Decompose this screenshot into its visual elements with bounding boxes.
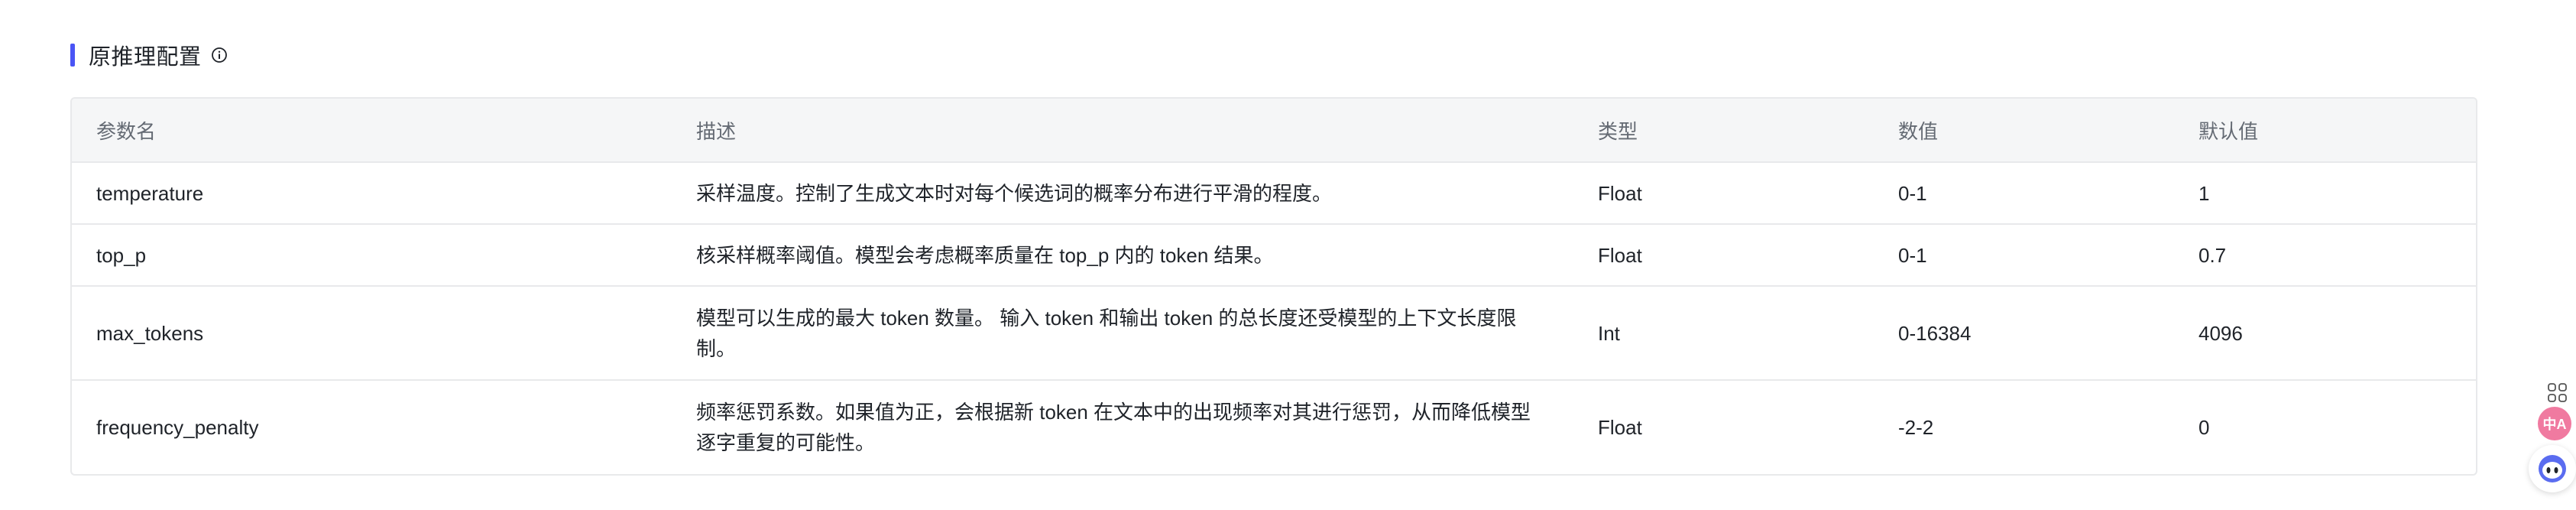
table-row: max_tokens 模型可以生成的最大 token 数量。 输入 token … [72,286,2476,380]
table-row: top_p 核采样概率阈值。模型会考虑概率质量在 top_p 内的 token … [72,224,2476,286]
cell-type: Float [1598,416,1642,439]
cell-value: 0-16384 [1898,321,1972,345]
assistant-bot-icon[interactable] [2529,445,2576,492]
cell-value: 0-1 [1898,243,1927,267]
cell-description: 模型可以生成的最大 token 数量。 输入 token 和输出 token 的… [696,306,1517,360]
cell-type: Int [1598,321,1620,345]
header-name: 参数名 [96,119,157,143]
cell-value: -2-2 [1898,416,1934,439]
params-table: 参数名 描述 类型 数值 默认值 temperature 采样温度。控制了生成文… [70,97,2477,476]
table-row: temperature 采样温度。控制了生成文本时对每个候选词的概率分布进行平滑… [72,162,2476,224]
cell-name: frequency_penalty [96,416,259,439]
cell-default: 0.7 [2199,243,2227,267]
cell-default: 4096 [2199,321,2243,345]
cell-name: max_tokens [96,321,204,345]
cell-type: Float [1598,181,1642,205]
cell-value: 0-1 [1898,181,1927,205]
grid-icon[interactable] [2547,382,2568,404]
cell-description: 频率惩罚系数。如果值为正，会根据新 token 在文本中的出现频率对其进行惩罚，… [696,401,1531,454]
header-description: 描述 [696,119,737,143]
floating-toolbar: 中A [2523,375,2576,492]
table-row: frequency_penalty 频率惩罚系数。如果值为正，会根据新 toke… [72,380,2476,474]
page: 原推理配置 参数名 描述 类型 数值 默认值 temperature 采样温度。… [0,0,2576,510]
cell-default: 1 [2199,181,2210,205]
section-header: 原推理配置 [70,40,228,70]
info-circle-icon[interactable] [211,47,228,63]
cell-type: Float [1598,243,1642,267]
header-default: 默认值 [2199,119,2259,143]
cell-description: 核采样概率阈值。模型会考虑概率质量在 top_p 内的 token 结果。 [696,243,1274,267]
cell-name: top_p [96,243,147,267]
cell-name: temperature [96,181,204,205]
cell-description: 采样温度。控制了生成文本时对每个候选词的概率分布进行平滑的程度。 [696,181,1333,205]
translate-icon[interactable]: 中A [2538,407,2571,440]
header-type: 类型 [1598,119,1638,143]
table-header-row: 参数名 描述 类型 数值 默认值 [72,99,2476,162]
cell-default: 0 [2199,416,2210,439]
title-accent-bar [70,44,75,67]
translate-label: 中A [2542,417,2567,432]
header-value: 数值 [1898,119,1939,143]
section-title: 原推理配置 [89,45,202,70]
